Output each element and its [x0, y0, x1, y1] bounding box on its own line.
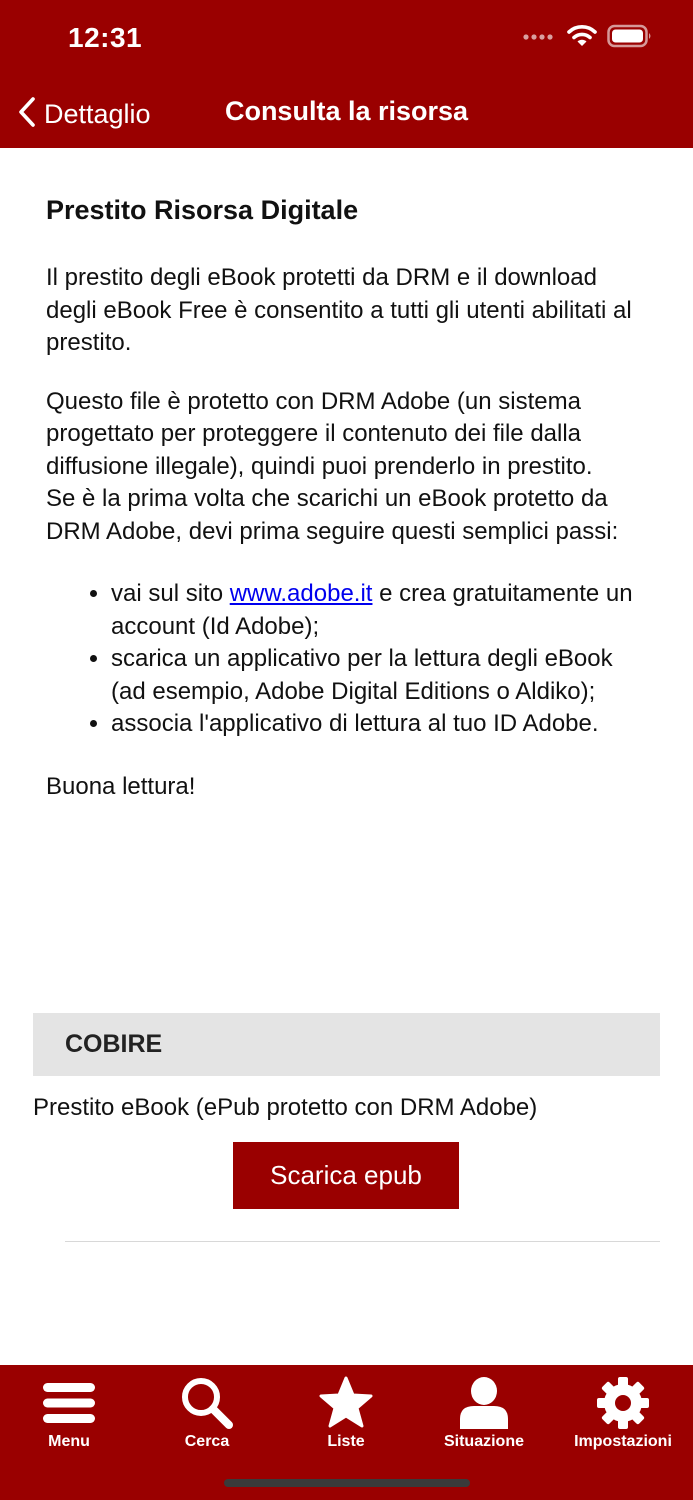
status-time: 12:31 — [68, 22, 143, 53]
list-item: scarica un applicativo per la lettura de… — [111, 643, 651, 708]
status-icons — [523, 24, 653, 53]
person-icon — [458, 1375, 510, 1431]
status-bar: 12:31 — [0, 0, 693, 80]
section-title: COBIRE — [65, 1030, 163, 1058]
content-heading: Prestito Risorsa Digitale — [46, 195, 359, 225]
tab-label: Situazione — [443, 1433, 524, 1450]
step1-text-before: vai sul sito — [111, 580, 230, 607]
tab-settings[interactable]: Impostazioni — [554, 1375, 692, 1457]
menu-icon — [42, 1375, 96, 1431]
list-item: associa l'applicativo di lettura al tuo … — [111, 708, 651, 741]
battery-icon — [607, 24, 653, 53]
section-header: COBIRE — [33, 1013, 660, 1076]
tab-label: Menu — [48, 1433, 90, 1450]
home-indicator — [224, 1479, 470, 1487]
navigation-bar: Dettaglio Consulta la risorsa — [0, 80, 693, 148]
paragraph-drm: Questo file è protetto con DRM Adobe (un… — [46, 387, 593, 480]
list-item: vai sul sito www.adobe.it e crea gratuit… — [111, 578, 651, 643]
tab-status[interactable]: Situazione — [415, 1375, 553, 1457]
search-icon — [179, 1375, 235, 1431]
loan-type-label: Prestito eBook (ePub protetto con DRM Ad… — [33, 1094, 538, 1121]
paragraph-intro: Il prestito degli eBook protetti da DRM … — [46, 264, 632, 356]
resource-description: Prestito Risorsa Digitale Il prestito de… — [46, 190, 651, 803]
tab-label: Impostazioni — [574, 1433, 672, 1450]
closing-text: Buona lettura! — [46, 772, 196, 800]
tab-label: Cerca — [184, 1433, 230, 1450]
paragraph-first-time: Se è la prima volta che scarichi un eBoo… — [46, 485, 619, 545]
signal-icon — [523, 30, 557, 48]
page-title: Consulta la risorsa — [224, 96, 469, 126]
tab-search[interactable]: Cerca — [138, 1375, 276, 1457]
divider — [65, 1241, 660, 1242]
tab-menu[interactable]: Menu — [0, 1375, 138, 1457]
star-icon — [318, 1375, 374, 1431]
download-epub-button[interactable]: Scarica epub — [233, 1142, 459, 1209]
tab-label: Liste — [327, 1433, 365, 1450]
gear-icon — [595, 1375, 651, 1431]
tab-lists[interactable]: Liste — [277, 1375, 415, 1457]
steps-list: vai sul sito www.adobe.it e crea gratuit… — [46, 578, 651, 741]
adobe-link[interactable]: www.adobe.it — [230, 580, 373, 607]
wifi-icon — [567, 24, 597, 53]
